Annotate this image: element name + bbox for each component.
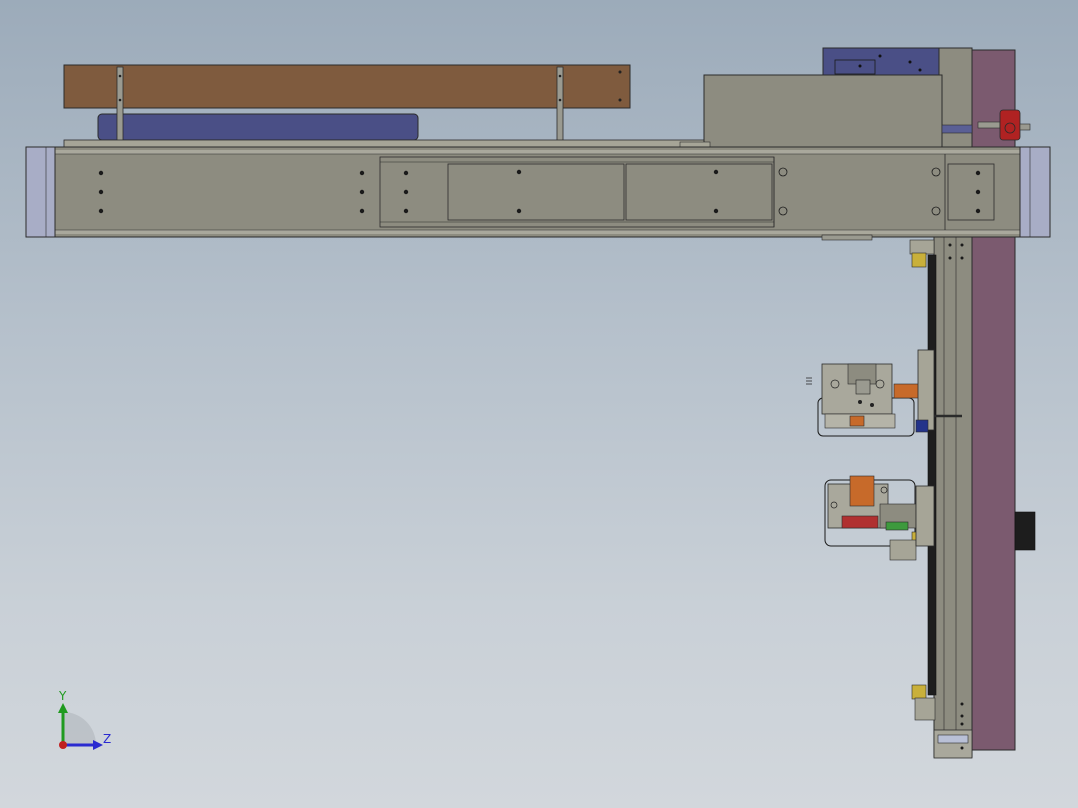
bolt-hole: [359, 208, 365, 214]
bolt-hole: [975, 208, 981, 214]
upper-stopper: [911, 252, 927, 268]
blue-pad: [97, 113, 419, 141]
wood-board: [63, 64, 631, 109]
rail-hole: [948, 256, 952, 260]
bolt-hole: [98, 189, 104, 195]
top-blue-housing: [822, 47, 940, 79]
bolt-hole: [98, 170, 104, 176]
bolt-hole: [359, 170, 365, 176]
bolt-hole: [359, 189, 365, 195]
bolt-hole: [516, 208, 522, 214]
y-axis-label: Y: [58, 689, 67, 703]
bolt-hole: [403, 189, 409, 195]
bolt-hole: [98, 208, 104, 214]
rail-hole: [960, 714, 964, 718]
bolt-hole: [713, 169, 719, 175]
rail-hole: [960, 722, 964, 726]
rail-hole: [960, 256, 964, 260]
lower-gripper-module: [824, 475, 935, 561]
lower-stopper: [911, 684, 927, 700]
triad-quadrant-icon: [63, 712, 96, 745]
z-axis-label: Z: [103, 732, 111, 746]
bolt-hole: [975, 170, 981, 176]
rail-hole: [960, 702, 964, 706]
bolt-hole: [403, 208, 409, 214]
rail-hole: [960, 746, 964, 750]
bolt-hole: [403, 170, 409, 176]
main-horizontal-beam: [25, 146, 1051, 238]
rail-hole: [960, 243, 964, 247]
cad-graphics-viewport[interactable]: Y Z: [0, 0, 1078, 808]
bolt-hole: [713, 208, 719, 214]
board-base-strip: [63, 139, 705, 148]
rail-hole: [948, 243, 952, 247]
bolt-hole: [516, 169, 522, 175]
motor-box: [679, 74, 973, 149]
bolt-hole: [975, 189, 981, 195]
x-axis-dot-icon: [59, 741, 67, 749]
orientation-triad: Y Z: [58, 689, 111, 750]
